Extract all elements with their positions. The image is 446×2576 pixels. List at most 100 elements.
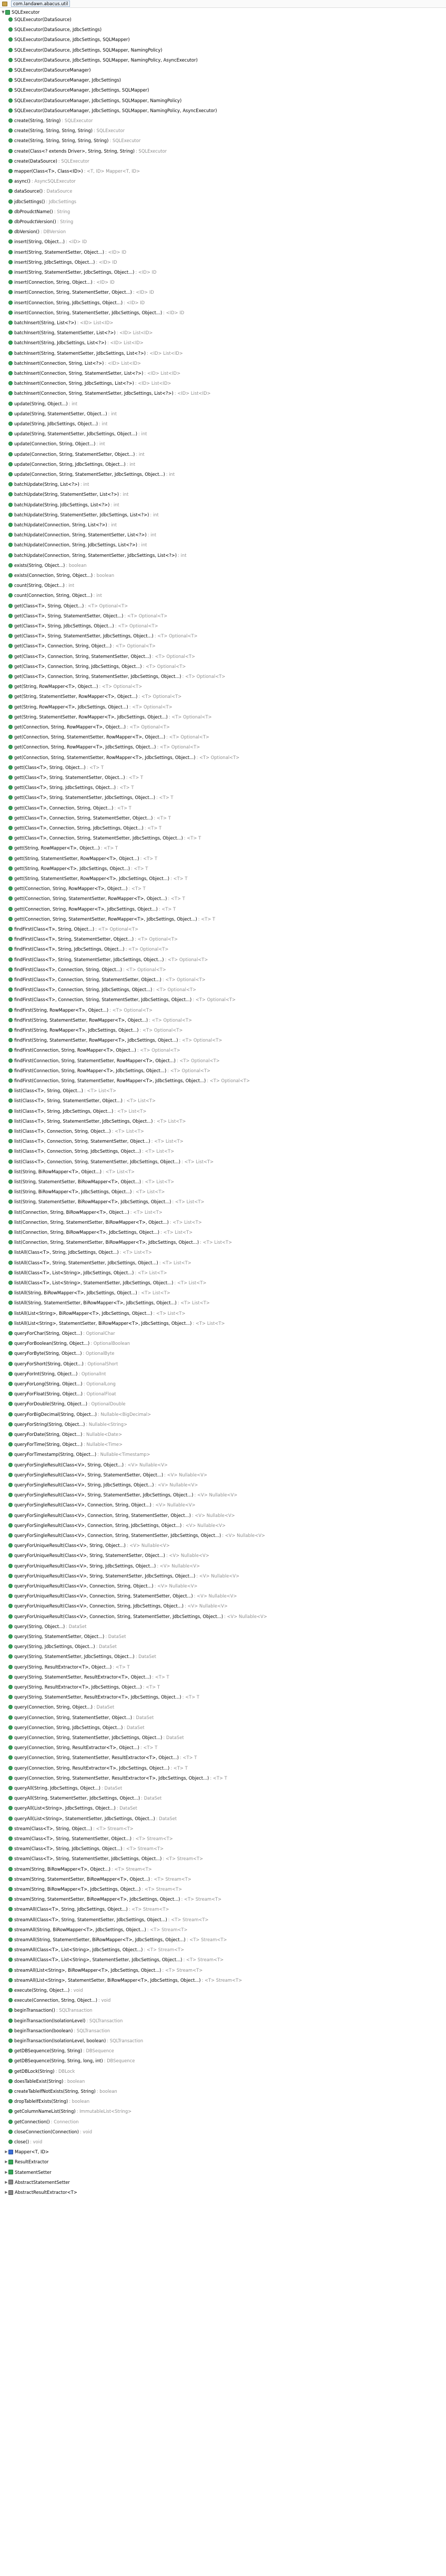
member-row[interactable]: queryForSingleResult(Class<V>, Connectio… [8,1532,265,1539]
member-row[interactable]: queryForSingleResult(Class<V>, Connectio… [8,1512,235,1519]
member-row[interactable]: update(Connection, String, JdbcSettings,… [8,461,135,467]
member-row[interactable]: query(Connection, String, StatementSette… [8,1734,184,1741]
member-row[interactable]: query(String, StatementSetter, Object...… [8,1633,126,1640]
member-row[interactable]: dbProudctName(): String [8,208,70,215]
member-row[interactable]: queryForTime(String, Object...): Nullabl… [8,1441,123,1447]
member-row[interactable]: queryForSingleResult(Class<V>, String, J… [8,1482,198,1488]
member-row[interactable]: getDBSequence(String, String, long, int)… [8,2058,135,2064]
member-row[interactable]: list(Class<T>, String, StatementSetter, … [8,1097,156,1104]
inner-class-row[interactable]: ▶ Mapper<T, ID> [4,2149,49,2155]
member-row[interactable]: SQLExecutor(DataSourceManager, JdbcSetti… [8,77,121,83]
member-row[interactable]: SQLExecutor(DataSource, JdbcSettings) [8,26,102,33]
member-row[interactable]: queryForBigDecimal(String, Object...): N… [8,1411,151,1417]
member-row[interactable]: queryForBoolean(String, Object...): Opti… [8,1340,130,1346]
member-row[interactable]: stream(Class<T>, String, Object...): <T>… [8,1825,134,1832]
member-row[interactable]: get(Connection, String, StatementSetter,… [8,754,239,761]
member-row[interactable]: findFirst(String, StatementSetter, RowMa… [8,1037,222,1043]
member-row[interactable]: gett(Connection, String, RowMapper<T>, J… [8,906,176,912]
member-row[interactable]: gett(Class<T>, String, JdbcSettings, Obj… [8,784,134,791]
member-row[interactable]: findFirst(String, RowMapper<T>, Object..… [8,1007,153,1013]
member-row[interactable]: async(): AsyncSQLExecutor [8,178,76,184]
member-row[interactable]: streamAll(String, StatementSetter, BiRow… [8,1936,227,1943]
member-row[interactable]: listAll(Class<T>, String, StatementSette… [8,1260,191,1266]
member-row[interactable]: batchInsert(Connection, String, JdbcSett… [8,380,171,386]
tree-root-sqlexecutor[interactable]: ▼ SQLExecutor [1,9,39,15]
member-row[interactable]: get(Class<T>, Connection, String, Statem… [8,653,195,660]
member-row[interactable]: streamAll(Class<T>, List<String>, JdbcSe… [8,1946,184,1953]
member-row[interactable]: batchUpdate(String, StatementSetter, Lis… [8,491,128,497]
member-row[interactable]: SQLExecutor(DataSourceManager, JdbcSetti… [8,97,181,104]
member-row[interactable]: queryForString(String, Object...): Nulla… [8,1421,127,1427]
member-row[interactable]: beginTransaction(IsolationLevel): SQLTra… [8,2018,123,2024]
expand-arrow-icon[interactable]: ▶ [4,2179,8,2185]
member-row[interactable]: update(Connection, String, Object...): i… [8,441,105,447]
member-row[interactable]: query(String, StatementSetter, ResultExt… [8,1694,199,1700]
member-row[interactable]: exists(Connection, String, Object...): b… [8,572,114,578]
member-row[interactable]: batchUpdate(String, List<?>): int [8,481,89,487]
member-row[interactable]: gett(Class<T>, String, StatementSetter, … [8,774,143,781]
member-row[interactable]: batchUpdate(String, JdbcSettings, List<?… [8,502,119,508]
member-row[interactable]: findFirst(String, StatementSetter, RowMa… [8,1017,192,1023]
member-row[interactable]: streamAll(Class<T>, String, JdbcSettings… [8,1906,169,1912]
member-row[interactable]: create(String, String): SQLExecutor [8,117,93,124]
member-row[interactable]: get(String, StatementSetter, RowMapper<T… [8,714,212,720]
member-row[interactable]: update(String, JdbcSettings, Object...):… [8,421,107,427]
member-row[interactable]: listAll(Class<T>, List<String>, JdbcSett… [8,1270,167,1276]
member-row[interactable]: findFirst(Connection, String, RowMapper<… [8,1047,180,1053]
member-row[interactable]: batchInsert(Connection, String, Statemen… [8,370,180,376]
member-row[interactable]: insert(String, JdbcSettings, Object...):… [8,259,117,265]
member-row[interactable]: query(Connection, String, StatementSette… [8,1754,197,1761]
member-row[interactable]: queryForUniqueResult(Class<V>, Connectio… [8,1593,237,1599]
member-row[interactable]: list(Class<T>, String, Object...): <T> L… [8,1087,116,1094]
member-row[interactable]: insert(Connection, String, JdbcSettings,… [8,299,145,306]
member-row[interactable]: create(String, String, String, String, S… [8,137,140,144]
member-row[interactable]: dataSource(): DataSource [8,188,72,194]
member-row[interactable]: create(String, String, String, String): … [8,127,125,134]
member-row[interactable]: gett(Class<T>, String, Object...): <T> T [8,764,104,771]
member-row[interactable]: SQLExecutor(DataSource) [8,16,72,23]
member-row[interactable]: SQLExecutor(DataSource, JdbcSettings, SQ… [8,47,163,53]
member-row[interactable]: findFirst(Class<T>, String, StatementSet… [8,936,178,942]
member-row[interactable]: get(Class<T>, Connection, String, JdbcSe… [8,663,186,670]
member-row[interactable]: gett(Class<T>, Connection, String, State… [8,815,171,821]
member-row[interactable]: queryAll(List<String>, StatementSetter, … [8,1815,177,1822]
member-row[interactable]: list(String, StatementSetter, BiRowMappe… [8,1179,174,1185]
expand-arrow-icon[interactable]: ▶ [4,2169,8,2175]
member-row[interactable]: batchInsert(Connection, String, Statemen… [8,390,210,396]
member-row[interactable]: create(Class<? extends Driver>, String, … [8,148,167,154]
member-row[interactable]: findFirst(String, RowMapper<T>, JdbcSett… [8,1027,183,1033]
member-row[interactable]: findFirst(Class<T>, String, Object...): … [8,926,138,932]
member-row[interactable]: dropTableIfExists(String): boolean [8,2098,89,2104]
member-row[interactable]: queryAll(String, StatementSetter, JdbcSe… [8,1795,161,1801]
member-row[interactable]: query(Connection, String, StatementSette… [8,1775,227,1781]
member-row[interactable]: queryForUniqueResult(Class<V>, Connectio… [8,1583,197,1589]
member-row[interactable]: query(Connection, String, ResultExtracto… [8,1744,157,1751]
member-row[interactable]: dbProudctVersion(): String [8,218,73,225]
member-row[interactable]: SQLExecutor(DataSourceManager) [8,67,91,73]
expand-arrow-icon[interactable]: ▶ [4,2189,8,2195]
member-row[interactable]: list(Class<T>, String, StatementSetter, … [8,1118,186,1124]
member-row[interactable]: stream(String, BiRowMapper<T>, JdbcSetti… [8,1886,182,1892]
member-row[interactable]: queryForInt(String, Object...): Optional… [8,1371,106,1377]
member-row[interactable]: list(Connection, String, StatementSetter… [8,1219,202,1225]
member-row[interactable]: doesTableExist(String): boolean [8,2078,85,2084]
member-row[interactable]: insert(Connection, String, Object...): <… [8,279,115,285]
member-row[interactable]: insert(String, StatementSetter, Object..… [8,249,126,255]
member-row[interactable]: gett(Connection, String, StatementSetter… [8,916,215,922]
expand-arrow-icon[interactable]: ▶ [4,2159,8,2165]
member-row[interactable]: beginTransaction(IsolationLevel, boolean… [8,2038,143,2044]
member-row[interactable]: query(String, StatementSetter, JdbcSetti… [8,1653,156,1660]
inner-class-row[interactable]: ▶ AbstractResultExtractor<T> [4,2189,77,2195]
member-row[interactable]: batchInsert(String, List<?>): <ID> List<… [8,319,113,326]
member-row[interactable]: queryForSingleResult(Class<V>, String, O… [8,1462,168,1468]
member-row[interactable]: gett(Class<T>, Connection, String, Objec… [8,805,131,811]
member-row[interactable]: list(Class<T>, Connection, String, Objec… [8,1128,144,1134]
member-row[interactable]: stream(String, BiRowMapper<T>, Object...… [8,1866,152,1872]
member-row[interactable]: listAll(String, StatementSetter, BiRowMa… [8,1300,210,1306]
member-row[interactable]: batchInsert(String, StatementSetter, Lis… [8,330,153,336]
member-row[interactable]: get(Class<T>, Connection, String, Object… [8,643,156,649]
member-row[interactable]: insert(String, StatementSetter, JdbcSett… [8,269,156,275]
member-row[interactable]: get(String, RowMapper<T>, Object...): <T… [8,683,142,690]
member-row[interactable]: batchInsert(String, StatementSetter, Jdb… [8,350,183,356]
member-row[interactable]: queryForFloat(String, Object...): Option… [8,1391,116,1397]
